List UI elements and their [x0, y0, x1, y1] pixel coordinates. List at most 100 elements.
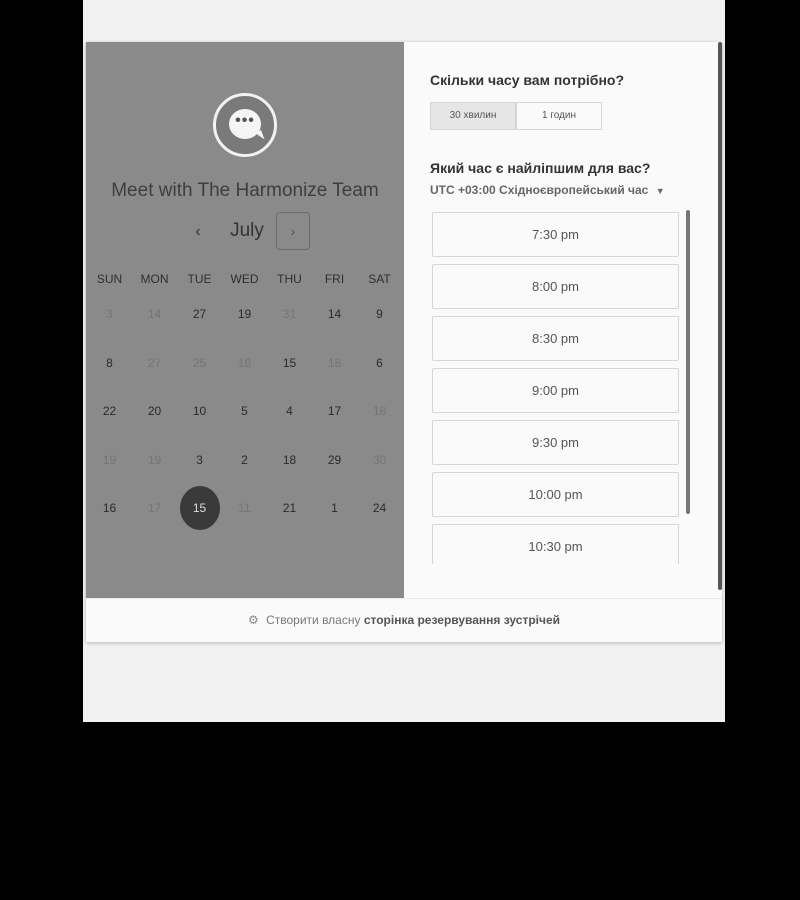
- time-slot[interactable]: 9:00 pm: [432, 368, 679, 413]
- month-label: July: [230, 220, 264, 241]
- next-month-button[interactable]: ›: [276, 212, 310, 250]
- calendar-day: 18: [312, 339, 357, 388]
- calendar-day: 17: [132, 484, 177, 533]
- top-edge: [83, 0, 725, 6]
- calendar-day[interactable]: 3: [177, 436, 222, 485]
- calendar-day-number: 8: [106, 355, 113, 370]
- calendar-day-number: 18: [372, 404, 387, 419]
- time-slot[interactable]: 7:30 pm: [432, 212, 679, 257]
- duration-toggle: 30 хвилин 1 годин: [430, 102, 602, 130]
- page-scrollbar[interactable]: [718, 42, 722, 590]
- weekday-label: TUE: [187, 272, 212, 286]
- calendar-day-number: 2: [241, 452, 248, 467]
- time-question: Який час є найліпшим для вас?: [430, 160, 651, 176]
- calendar-day-number: 17: [147, 501, 162, 516]
- calendar-week: 16 17 15 11 21 1 24: [87, 484, 403, 533]
- calendar-day-number: 24: [372, 501, 387, 516]
- time-slot[interactable]: 8:00 pm: [432, 264, 679, 309]
- calendar-day[interactable]: 27: [177, 290, 222, 339]
- calendar-day-number: 4: [286, 404, 293, 419]
- calendar-week: 22 20 10 5 4 17 18: [87, 387, 403, 436]
- calendar-grid: 3 14 27 19 31 14 9 8 27 25 18 15 18 6 22 20 10 5 4 17 18 19 19…: [87, 290, 403, 533]
- calendar-day-number: 18: [237, 355, 252, 370]
- calendar-day[interactable]: 5: [222, 387, 267, 436]
- calendar-day-selected[interactable]: 15: [177, 484, 222, 533]
- calendar-day[interactable]: 10: [177, 387, 222, 436]
- calendar-day[interactable]: 24: [357, 484, 402, 533]
- calendar-day[interactable]: 17: [312, 387, 357, 436]
- calendar-day-number: 11: [238, 501, 251, 516]
- calendar-week: 19 19 3 2 18 29 30: [87, 436, 403, 485]
- calendar-day[interactable]: 9: [357, 290, 402, 339]
- calendar-day[interactable]: 6: [357, 339, 402, 388]
- timezone-name: Східноєвропейський час: [499, 183, 649, 197]
- footer-link[interactable]: сторінка резервування зустрічей: [364, 613, 560, 627]
- calendar-day-number: 27: [192, 307, 207, 322]
- calendar-day[interactable]: 15: [267, 339, 312, 388]
- footer-promo[interactable]: ⚙ Створити власну сторінка резервування …: [86, 598, 722, 642]
- calendar-week: 8 27 25 18 15 18 6: [87, 339, 403, 388]
- booking-panel: Скільки часу вам потрібно? 30 хвилин 1 г…: [404, 42, 722, 598]
- calendar-day: 11: [222, 484, 267, 533]
- calendar-day-number: 9: [376, 307, 383, 322]
- calendar-day-number: 19: [147, 452, 162, 467]
- calendar-day[interactable]: 2: [222, 436, 267, 485]
- weekday-label: MON: [140, 272, 169, 286]
- calendar-day-number: 18: [327, 355, 342, 370]
- browser-viewport: ••• Meet with The Harmonize Team ‹ July …: [83, 0, 725, 722]
- sprocket-icon: ⚙: [247, 613, 259, 627]
- weekday-label: SAT: [368, 272, 391, 286]
- weekday-header: SUN MON TUE WED THU FRI SAT: [87, 272, 403, 286]
- calendar-day-number: 14: [147, 307, 162, 322]
- time-slot[interactable]: 10:30 pm: [432, 524, 679, 564]
- weekday-label: FRI: [324, 272, 345, 286]
- calendar-day[interactable]: 20: [132, 387, 177, 436]
- caret-down-icon: ▼: [655, 186, 665, 196]
- weekday-label: SUN: [96, 272, 123, 286]
- calendar-day[interactable]: 1: [312, 484, 357, 533]
- timezone-dropdown[interactable]: UTC +03:00 Східноєвропейський час ▼: [430, 183, 665, 197]
- duration-30-button[interactable]: 30 хвилин: [430, 102, 516, 130]
- calendar-day[interactable]: 4: [267, 387, 312, 436]
- calendar-day-number: 17: [327, 404, 342, 419]
- calendar-day[interactable]: 21: [267, 484, 312, 533]
- slots-scrollbar[interactable]: [686, 210, 690, 514]
- calendar-day: 19: [132, 436, 177, 485]
- calendar-day[interactable]: 22: [87, 387, 132, 436]
- calendar-day: 18: [222, 339, 267, 388]
- team-title: Meet with The Harmonize Team: [111, 180, 379, 201]
- footer-prefix: Створити власну: [266, 613, 361, 627]
- calendar-day: 30: [357, 436, 402, 485]
- calendar-day: 31: [267, 290, 312, 339]
- time-slot[interactable]: 9:30 pm: [432, 420, 679, 465]
- duration-question: Скільки часу вам потрібно?: [430, 72, 625, 88]
- calendar-day-number: 16: [102, 501, 117, 516]
- team-avatar: •••: [213, 93, 277, 157]
- calendar-day[interactable]: 16: [87, 484, 132, 533]
- calendar-day[interactable]: 19: [222, 290, 267, 339]
- calendar-day[interactable]: 8: [87, 339, 132, 388]
- meetings-card: ••• Meet with The Harmonize Team ‹ July …: [86, 42, 722, 642]
- calendar-day: 14: [132, 290, 177, 339]
- calendar-day: 19: [87, 436, 132, 485]
- prev-month-button[interactable]: ‹: [186, 220, 210, 244]
- duration-60-button[interactable]: 1 годин: [516, 102, 602, 130]
- calendar-day-number: 3: [196, 452, 203, 467]
- time-slot[interactable]: 10:00 pm: [432, 472, 679, 517]
- weekday-label: THU: [277, 272, 302, 286]
- calendar-day: 3: [87, 290, 132, 339]
- calendar-day-number: 31: [282, 307, 297, 322]
- calendar-day[interactable]: 18: [267, 436, 312, 485]
- calendar-day-number: 21: [282, 501, 297, 516]
- calendar-day[interactable]: 14: [312, 290, 357, 339]
- calendar-day-number: 30: [372, 452, 387, 467]
- calendar-day-number: 10: [192, 404, 207, 419]
- calendar-day: 27: [132, 339, 177, 388]
- calendar-day-number: 19: [237, 307, 252, 322]
- calendar-day[interactable]: 29: [312, 436, 357, 485]
- calendar-day-number: 22: [102, 404, 117, 419]
- calendar-day-number: 18: [282, 452, 297, 467]
- calendar-day-number: 27: [147, 355, 162, 370]
- chat-bubble-tail: [254, 130, 265, 142]
- time-slot[interactable]: 8:30 pm: [432, 316, 679, 361]
